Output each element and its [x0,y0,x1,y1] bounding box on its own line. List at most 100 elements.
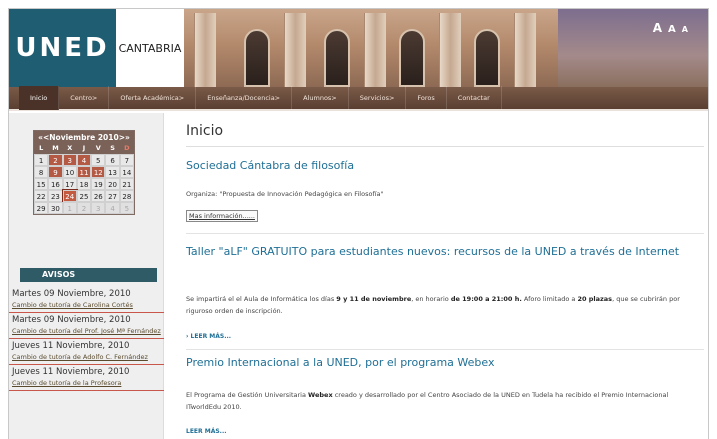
aviso-link[interactable]: Cambio de tutoría de la Profesora [12,378,162,388]
calendar-day-next-month: 4 [105,202,120,214]
aviso-date: Jueves 11 Noviembre, 2010 [12,341,130,351]
calendar-day-event[interactable]: 12 [91,166,106,178]
article-text: El Programa de Gestión Universitaria [186,391,309,399]
logo-text: UNED [15,33,110,63]
region-label: CANTABRIA [118,41,182,55]
calendar-next-button[interactable]: >» [119,133,130,142]
aviso-date: Jueves 11 Noviembre, 2010 [12,367,130,377]
calendar-dow: M [48,143,63,154]
nav-inicio[interactable]: Inicio [19,86,60,110]
article-text-bold: 20 plazas [577,295,613,303]
font-size-controls: A A A [653,21,688,35]
calendar-day: 6 [105,154,120,166]
calendar-header: «< Noviembre 2010 >» [34,131,134,143]
calendar-month-label: Noviembre 2010 [49,132,119,142]
article-text: Aforo limitado a [521,295,578,303]
aviso-item: Martes 09 Noviembre, 2010 Cambio de tuto… [9,313,164,339]
avisos-list: Martes 09 Noviembre, 2010 Cambio de tuto… [9,287,164,391]
aviso-link[interactable]: Cambio de tutoría de Carolina Cortés [12,300,162,310]
nav-servicios[interactable]: Servicios> [349,86,407,110]
article-text: Se impartirá el el Aula de Informática l… [186,295,337,303]
nav-ensenanza-docencia[interactable]: Enseñanza/Docencia> [196,86,293,110]
calendar-day: 18 [76,178,92,190]
calendar-day: 26 [91,190,106,202]
calendar-day: 27 [105,190,120,202]
calendar-day: 10 [62,166,77,178]
calendar-grid: L M X J V S D 1 2 3 4 5 6 7 8 9 10 11 12… [34,143,134,214]
calendar-dow: S [105,143,120,154]
page-frame: UNED CANTABRIA A A A Inicio Centro> Ofer… [8,8,709,439]
nav-foros[interactable]: Foros [406,86,447,110]
calendar-day: 1 [34,154,49,166]
main-content: Inicio Sociedad Cántabra de filosofía Or… [174,113,708,439]
calendar-dow: V [91,143,106,154]
font-size-small-button[interactable]: A [682,25,688,34]
article-title[interactable]: Taller "aLF" GRATUITO para estudiantes n… [186,245,696,258]
event-calendar: «< Noviembre 2010 >» L M X J V S D 1 2 3… [33,130,135,215]
font-size-large-button[interactable]: A [653,21,662,35]
aviso-date: Martes 09 Noviembre, 2010 [12,289,131,299]
nav-contactar[interactable]: Contactar [447,86,502,110]
calendar-day-event[interactable]: 2 [48,154,63,166]
calendar-dow: D [119,143,134,154]
calendar-day: 28 [119,190,134,202]
avisos-heading: AVISOS [20,268,157,282]
title-divider [186,146,704,147]
calendar-day: 23 [48,190,63,202]
nav-oferta-academica[interactable]: Oferta Académica> [109,86,197,110]
site-header: UNED CANTABRIA A A A [9,9,708,87]
article-title[interactable]: Premio Internacional a la UNED, por el p… [186,356,696,369]
article-title[interactable]: Sociedad Cántabra de filosofía [186,159,696,172]
calendar-day: 22 [34,190,49,202]
aviso-item: Jueves 11 Noviembre, 2010 Cambio de tuto… [9,365,164,391]
calendar-day-next-month: 5 [119,202,134,214]
main-nav: Inicio Centro> Oferta Académica> Enseñan… [9,86,708,111]
calendar-day: 19 [91,178,106,190]
calendar-day-next-month: 1 [62,202,77,214]
calendar-day: 21 [119,178,134,190]
calendar-day-today[interactable]: 24 [61,189,78,203]
article-divider [186,233,704,234]
calendar-day: 16 [48,178,63,190]
calendar-day-event[interactable]: 4 [76,154,92,166]
article-body: Organiza: "Propuesta de Innovación Pedag… [186,190,384,198]
nav-alumnos[interactable]: Alumnos> [292,86,349,110]
aviso-item: Jueves 11 Noviembre, 2010 Cambio de tuto… [9,339,164,365]
article-divider [186,349,704,350]
article-body: Se impartirá el el Aula de Informática l… [186,293,696,317]
region-label-box: CANTABRIA [116,9,184,87]
calendar-day-next-month: 2 [76,202,92,214]
calendar-day: 13 [105,166,120,178]
calendar-day-event[interactable]: 11 [76,166,92,178]
article-text-bold: 9 y 11 de noviembre [336,295,412,303]
calendar-day: 30 [48,202,63,214]
calendar-day: 14 [119,166,134,178]
calendar-day: 17 [62,178,77,190]
calendar-day-event[interactable]: 3 [62,154,77,166]
read-more-link[interactable]: › LEER MÁS... [186,333,231,340]
calendar-day: 29 [34,202,49,214]
calendar-day: 25 [76,190,92,202]
more-info-link[interactable]: Mas información...... [186,210,258,222]
aviso-link[interactable]: Cambio de tutoría del Prof. José Mª Fern… [12,326,162,336]
calendar-prev-button[interactable]: «< [38,133,49,142]
calendar-day: 15 [34,178,49,190]
nav-centro[interactable]: Centro> [59,86,110,110]
aviso-item: Martes 09 Noviembre, 2010 Cambio de tuto… [9,287,164,313]
calendar-day-next-month: 3 [91,202,106,214]
calendar-day: 20 [105,178,120,190]
calendar-day: 8 [34,166,49,178]
calendar-dow: X [62,143,77,154]
article-text-bold: Webex [308,391,333,399]
uned-logo[interactable]: UNED [9,9,116,87]
read-more-link[interactable]: LEER MÁS... [186,428,227,435]
calendar-dow: J [76,143,92,154]
calendar-dow: L [34,143,49,154]
aviso-link[interactable]: Cambio de tutoría de Adolfo C. Fernández [12,352,162,362]
header-photo [184,9,708,87]
article-text: , en horario [411,295,451,303]
calendar-day-event[interactable]: 9 [48,166,63,178]
article-text-bold: de 19:00 a 21:00 h. [450,295,522,303]
font-size-medium-button[interactable]: A [668,24,676,35]
article-body: El Programa de Gestión Universitaria Web… [186,389,696,413]
